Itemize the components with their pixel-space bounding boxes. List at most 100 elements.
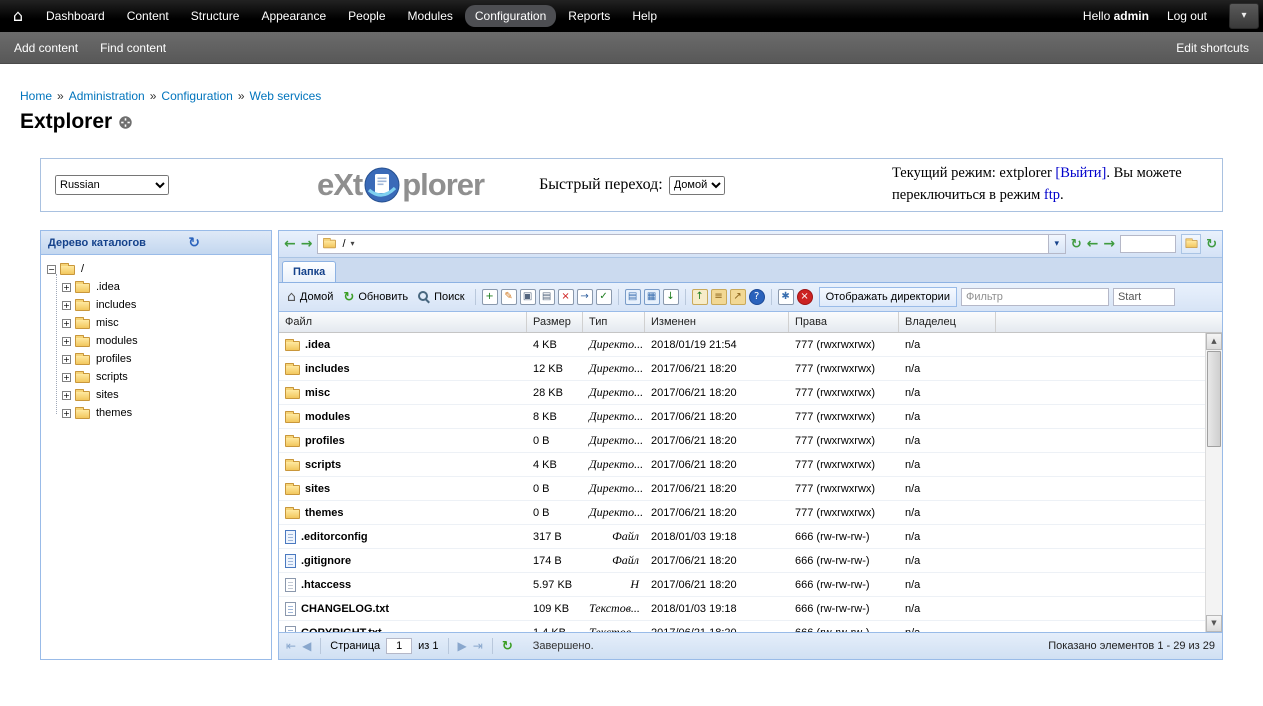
expand-icon[interactable]: + [62, 373, 71, 382]
history-forward-icon[interactable]: → [1103, 237, 1115, 251]
next-page-icon[interactable]: ▶ [458, 640, 467, 652]
expand-icon[interactable]: + [62, 409, 71, 418]
copy-icon[interactable]: ▣ [520, 289, 536, 305]
file-row[interactable]: misc28 KBДиректо...2017/06/21 18:20777 (… [279, 381, 1205, 405]
forward-icon[interactable]: → [301, 237, 313, 251]
scroll-down-icon[interactable]: ▼ [1206, 615, 1222, 632]
file-row[interactable]: includes12 KBДиректо...2017/06/21 18:207… [279, 357, 1205, 381]
help-icon[interactable]: ? [749, 289, 765, 305]
shortcut-item[interactable]: Find content [100, 41, 166, 55]
collapse-icon[interactable]: − [47, 265, 56, 274]
tree-node[interactable]: +includes [62, 296, 265, 314]
path-input[interactable] [1120, 235, 1176, 253]
first-page-icon[interactable]: ⇤ [286, 640, 296, 652]
column-header[interactable]: Владелец [899, 312, 996, 332]
admin-nav-item[interactable]: Content [117, 5, 179, 27]
back-icon[interactable]: ← [284, 237, 296, 251]
column-header[interactable]: Файл [279, 312, 527, 332]
breadcrumb-link[interactable]: Web services [250, 89, 322, 103]
start-input[interactable] [1113, 288, 1175, 306]
tree-root-node[interactable]: − / [47, 260, 265, 278]
admin-icon[interactable]: ✱ [778, 289, 794, 305]
admin-nav-item[interactable]: People [338, 5, 395, 27]
file-row[interactable]: .gitignore174 ВФайл2017/06/21 18:20666 (… [279, 549, 1205, 573]
admin-nav-item[interactable]: Dashboard [36, 5, 115, 27]
configure-icon[interactable] [119, 116, 132, 129]
refresh-icon[interactable]: ↻ [502, 640, 513, 653]
home-button[interactable]: ⌂Домой [284, 288, 336, 306]
quick-jump-select[interactable]: Домой [669, 176, 725, 195]
show-directories-toggle[interactable]: Отображать директории [819, 287, 957, 307]
tree-node[interactable]: +scripts [62, 368, 265, 386]
file-row[interactable]: COPYRIGHT.txt1.4 KBТекстов...2017/06/21 … [279, 621, 1205, 632]
edit-file-icon[interactable]: ✎ [501, 289, 517, 305]
scrollbar-thumb[interactable] [1207, 351, 1221, 447]
expand-icon[interactable]: + [62, 319, 71, 328]
file-row[interactable]: .editorconfig317 ВФайл2018/01/03 19:1866… [279, 525, 1205, 549]
language-select[interactable]: Russian [55, 175, 169, 195]
chmod-icon[interactable]: ✓ [596, 289, 612, 305]
move-icon[interactable]: → [577, 289, 593, 305]
expand-icon[interactable]: + [62, 355, 71, 364]
file-row[interactable]: modules8 KBДиректо...2017/06/21 18:20777… [279, 405, 1205, 429]
column-header[interactable]: Изменен [645, 312, 789, 332]
tab-folder[interactable]: Папка [282, 261, 336, 282]
delete-icon[interactable]: × [558, 289, 574, 305]
breadcrumb-link[interactable]: Administration [69, 89, 145, 103]
home-icon[interactable]: ⌂ [0, 8, 36, 24]
expand-icon[interactable]: + [62, 301, 71, 310]
view-details-icon[interactable]: ▤ [625, 289, 641, 305]
last-page-icon[interactable]: ⇥ [473, 640, 483, 652]
column-header[interactable]: Тип [583, 312, 645, 332]
filter-input[interactable] [961, 288, 1109, 306]
history-back-icon[interactable]: ← [1087, 237, 1099, 251]
path-dropdown-icon[interactable]: ▾ [351, 240, 355, 248]
file-row[interactable]: themes0 ВДиректо...2017/06/21 18:20777 (… [279, 501, 1205, 525]
edit-shortcuts-link[interactable]: Edit shortcuts [1176, 41, 1249, 55]
file-row[interactable]: .htaccess5.97 KBН2017/06/21 18:20666 (rw… [279, 573, 1205, 597]
file-row[interactable]: sites0 ВДиректо...2017/06/21 18:20777 (r… [279, 477, 1205, 501]
search-button[interactable]: Поиск [415, 289, 467, 305]
breadcrumb-link[interactable]: Configuration [161, 89, 232, 103]
file-row[interactable]: scripts4 KBДиректо...2017/06/21 18:20777… [279, 453, 1205, 477]
upload-icon[interactable]: ↑ [692, 289, 708, 305]
refresh-button[interactable]: ↻Обновить [340, 289, 411, 306]
view-icons-icon[interactable]: ▦ [644, 289, 660, 305]
download-icon[interactable]: ↓ [663, 289, 679, 305]
ftp-link[interactable]: ftp [1044, 187, 1060, 203]
admin-nav-item[interactable]: Modules [398, 5, 463, 27]
expand-icon[interactable]: + [62, 337, 71, 346]
tree-node[interactable]: +themes [62, 404, 265, 422]
tree-node[interactable]: +profiles [62, 350, 265, 368]
column-header[interactable]: Права [789, 312, 899, 332]
tree-node[interactable]: +modules [62, 332, 265, 350]
scroll-up-icon[interactable]: ▲ [1206, 333, 1222, 350]
archive-icon[interactable]: ≡ [711, 289, 727, 305]
path-combo[interactable]: / ▾ ▾ [317, 234, 1065, 254]
extract-icon[interactable]: ↗ [730, 289, 746, 305]
tree-node[interactable]: +.idea [62, 278, 265, 296]
file-row[interactable]: .idea4 KBДиректо...2018/01/19 21:54777 (… [279, 333, 1205, 357]
tree-refresh-icon[interactable]: ↻ [188, 236, 200, 250]
exit-link[interactable]: [Выйти] [1055, 165, 1106, 181]
expand-icon[interactable]: + [62, 283, 71, 292]
admin-nav-item[interactable]: Reports [558, 5, 620, 27]
breadcrumb-link[interactable]: Home [20, 89, 52, 103]
shortcut-item[interactable]: Add content [14, 41, 78, 55]
prev-page-icon[interactable]: ◀ [302, 640, 311, 652]
admin-nav-item[interactable]: Structure [181, 5, 250, 27]
toolbar-toggle-button[interactable]: ▾ [1229, 3, 1259, 29]
logout-icon[interactable]: × [797, 289, 813, 305]
expand-icon[interactable]: + [62, 391, 71, 400]
combo-trigger-icon[interactable]: ▾ [1048, 235, 1065, 253]
admin-nav-item[interactable]: Configuration [465, 5, 556, 27]
select-directory-button[interactable] [1181, 234, 1201, 254]
vertical-scrollbar[interactable]: ▲ ▼ [1205, 333, 1222, 632]
tree-node[interactable]: +misc [62, 314, 265, 332]
column-header[interactable]: Размер [527, 312, 583, 332]
logout-link[interactable]: Log out [1167, 9, 1207, 23]
paste-icon[interactable]: ▤ [539, 289, 555, 305]
file-row[interactable]: profiles0 ВДиректо...2017/06/21 18:20777… [279, 429, 1205, 453]
file-row[interactable]: CHANGELOG.txt109 KBТекстов...2018/01/03 … [279, 597, 1205, 621]
refresh-icon[interactable]: ↻ [1206, 238, 1217, 251]
